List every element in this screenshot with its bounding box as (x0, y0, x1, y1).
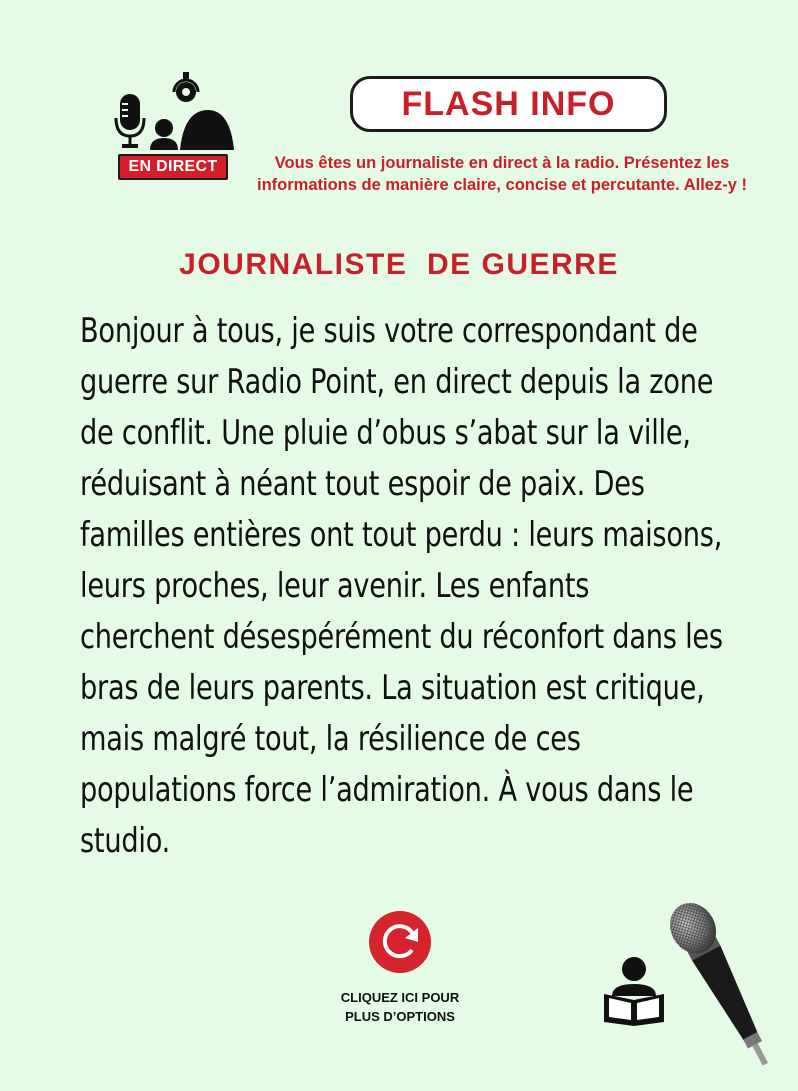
options-label-line2: PLUS D’OPTIONS (345, 1009, 455, 1024)
refresh-icon[interactable] (368, 910, 432, 974)
person-reading-icon (604, 957, 664, 1026)
options-label[interactable]: CLIQUEZ ICI POUR PLUS D’OPTIONS (300, 988, 500, 1026)
role-title: JOURNALISTE DE GUERRE (179, 248, 619, 281)
flash-info-title: FLASH INFO (350, 76, 667, 132)
news-message: Bonjour à tous, je suis votre correspond… (80, 311, 723, 861)
live-badge: EN DIRECT (118, 154, 228, 180)
intro-instructions: Vous êtes un journaliste en direct à la … (257, 154, 747, 194)
options-label-line1: CLIQUEZ ICI POUR (340, 990, 460, 1005)
handheld-microphone-icon (670, 903, 769, 1066)
